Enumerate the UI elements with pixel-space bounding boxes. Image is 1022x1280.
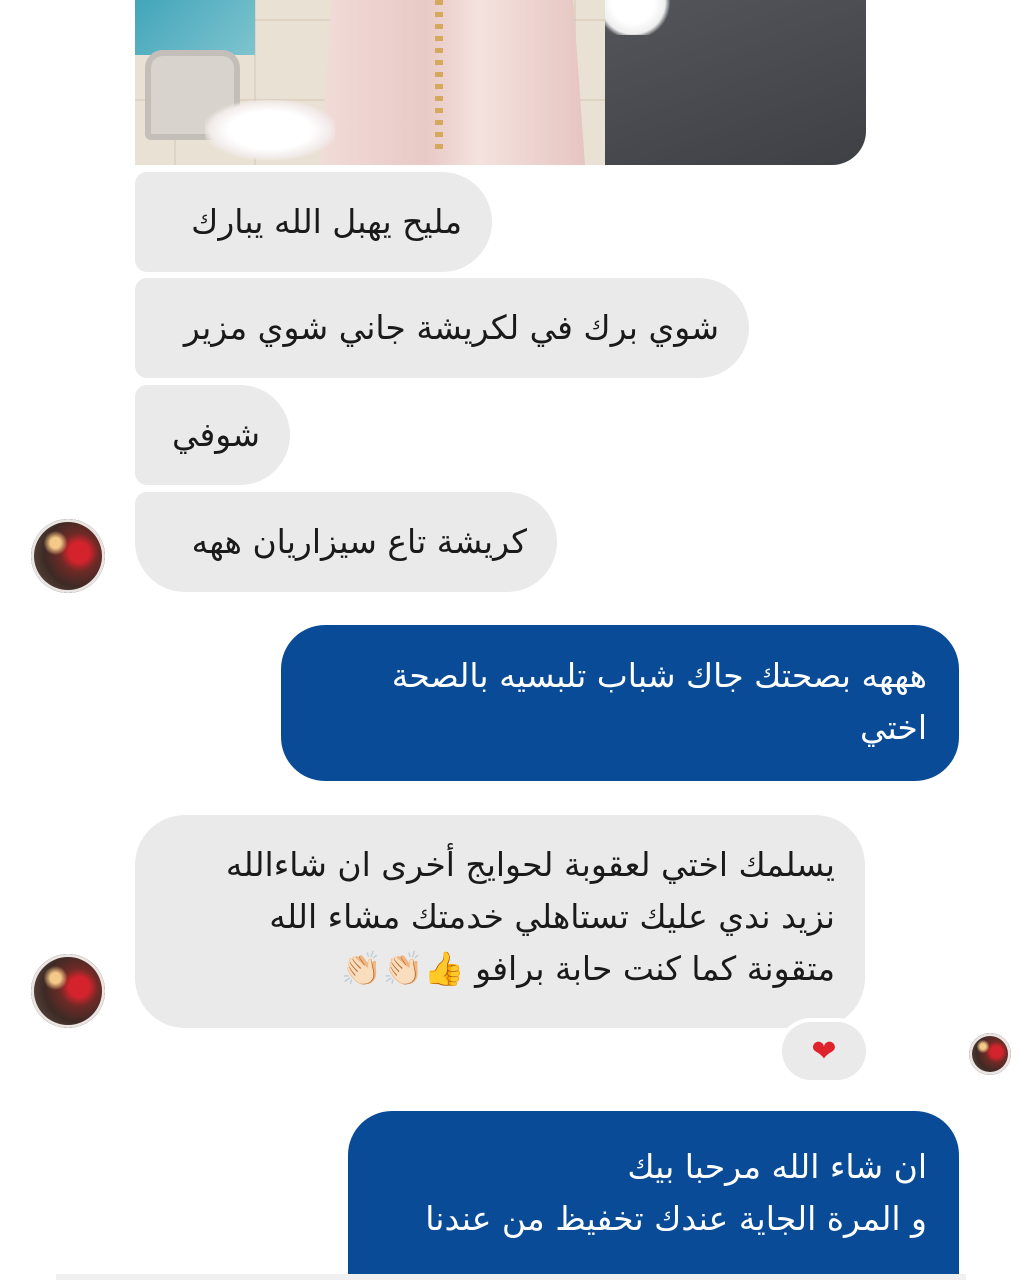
shared-photo[interactable] bbox=[135, 0, 866, 165]
contact-avatar[interactable] bbox=[31, 954, 105, 1028]
composer-divider bbox=[56, 1274, 966, 1280]
contact-avatar[interactable] bbox=[31, 519, 105, 593]
avatar-ring bbox=[31, 519, 105, 593]
photo-fluff bbox=[205, 100, 335, 160]
photo-wall bbox=[135, 0, 255, 55]
avatar-ring bbox=[31, 954, 105, 1028]
heart-reaction-badge[interactable]: ❤ bbox=[782, 1022, 866, 1080]
message-bubble-incoming[interactable]: كريشة تاع سيزاريان ههه bbox=[135, 492, 557, 592]
avatar-ring bbox=[969, 1033, 1011, 1075]
seen-avatar bbox=[969, 1033, 1011, 1075]
message-bubble-outgoing[interactable]: هههه بصحتك جاك شباب تلبسيه بالصحة اختي bbox=[281, 625, 959, 781]
message-bubble-incoming[interactable]: شوي برك في لكريشة جاني شوي مزير bbox=[135, 278, 749, 378]
message-bubble-incoming[interactable]: يسلمك اختي لعقوبة لحوايج أخرى ان شاءالله… bbox=[135, 815, 865, 1028]
chat-thread: مليح يهبل الله يبارك شوي برك في لكريشة ج… bbox=[0, 0, 1022, 1280]
heart-icon: ❤ bbox=[811, 1033, 837, 1069]
photo-feather bbox=[605, 0, 675, 35]
photo-dress bbox=[320, 0, 585, 165]
photo-beads bbox=[435, 0, 443, 150]
message-bubble-incoming[interactable]: مليح يهبل الله يبارك bbox=[135, 172, 492, 272]
message-bubble-outgoing[interactable]: ان شاء الله مرحبا بيك و المرة الجاية عند… bbox=[348, 1111, 959, 1280]
message-bubble-incoming[interactable]: شوفي bbox=[135, 385, 290, 485]
